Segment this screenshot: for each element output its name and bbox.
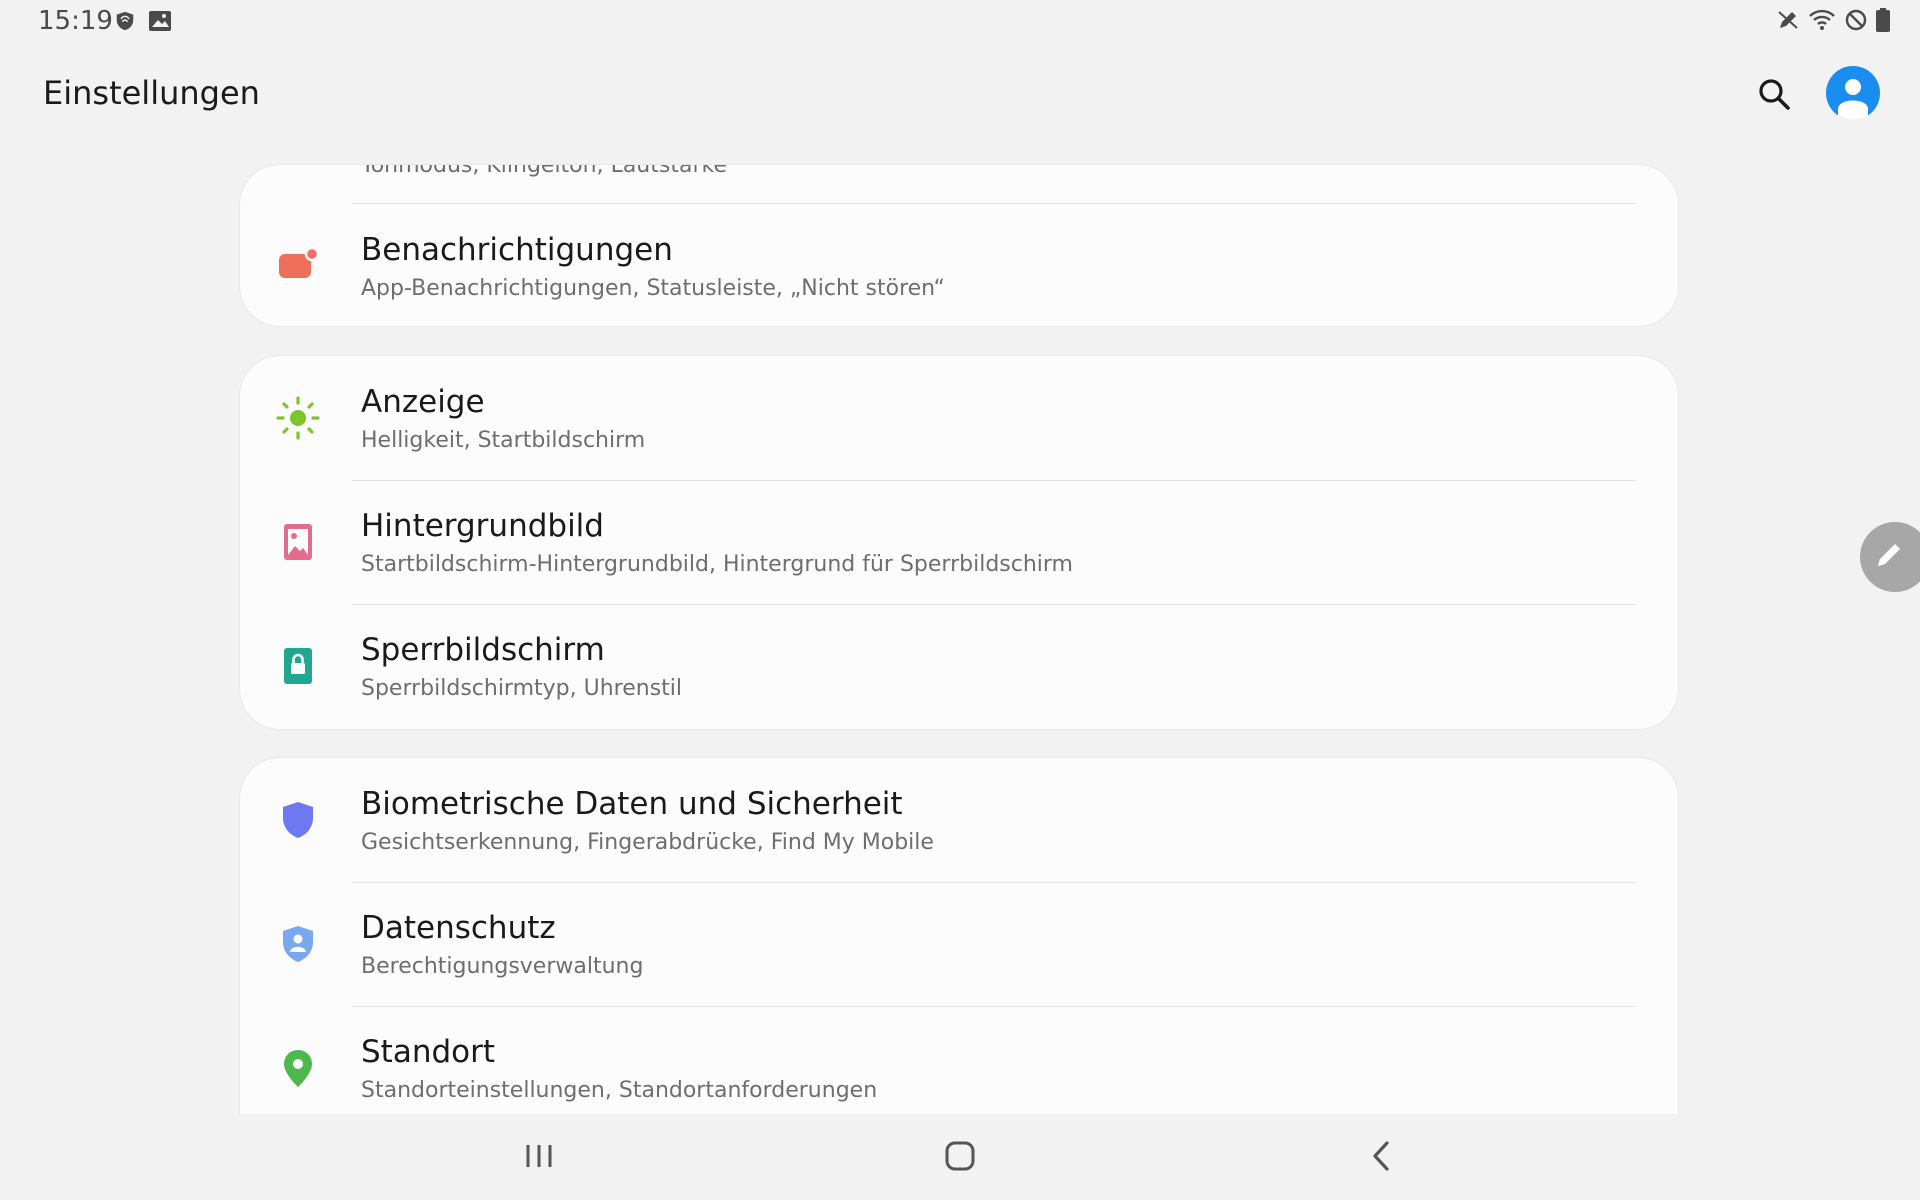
home-icon xyxy=(944,1140,976,1176)
recents-button[interactable] xyxy=(504,1128,574,1188)
search-icon xyxy=(1757,77,1791,115)
item-title: Biometrische Daten und Sicherheit xyxy=(361,786,903,822)
settings-item-privacy[interactable]: Datenschutz Berechtigungsverwaltung xyxy=(240,882,1678,1006)
status-time: 15:19 xyxy=(38,6,113,36)
security-shield-icon xyxy=(276,798,320,842)
do-not-disturb-icon xyxy=(1844,8,1868,32)
status-bar: 15:19 xyxy=(0,0,1920,44)
settings-item-biometrics-security[interactable]: Biometrische Daten und Sicherheit Gesich… xyxy=(240,758,1678,882)
item-title: Standort xyxy=(361,1034,496,1070)
item-title: Benachrichtigungen xyxy=(361,232,673,268)
account-avatar-icon xyxy=(1826,79,1880,120)
navigation-bar xyxy=(0,1114,1920,1200)
settings-card-sound-notifications: Tonmodus, Klingelton, Lautstärke Benachr… xyxy=(240,165,1678,326)
location-icon xyxy=(276,1046,320,1090)
app-header: Einstellungen xyxy=(0,60,1920,130)
item-title: Sperrbildschirm xyxy=(361,632,605,668)
item-subtitle: Standorteinstellungen, Standortanforderu… xyxy=(361,1078,878,1103)
item-subtitle: Gesichtserkennung, Fingerabdrücke, Find … xyxy=(361,830,934,855)
item-title: Hintergrundbild xyxy=(361,508,604,544)
item-title: Datenschutz xyxy=(361,910,556,946)
back-icon xyxy=(1369,1139,1393,1177)
sound-item-subtitle-partial: Tonmodus, Klingelton, Lautstärke xyxy=(361,165,727,178)
shield-notification-icon xyxy=(114,10,136,32)
item-subtitle: App-Benachrichtigungen, Statusleiste, „N… xyxy=(361,276,945,301)
settings-item-location[interactable]: Standort Standorteinstellungen, Standort… xyxy=(240,1006,1678,1114)
wifi-icon xyxy=(1808,8,1836,32)
recents-icon xyxy=(523,1141,555,1175)
pen-off-icon xyxy=(1776,8,1800,32)
settings-item-lock-screen[interactable]: Sperrbildschirm Sperrbildschirmtyp, Uhre… xyxy=(240,604,1678,728)
notifications-icon xyxy=(276,244,320,288)
settings-item-wallpaper[interactable]: Hintergrundbild Startbildschirm-Hintergr… xyxy=(240,480,1678,604)
lock-screen-icon xyxy=(276,644,320,688)
settings-list[interactable]: Tonmodus, Klingelton, Lautstärke Benachr… xyxy=(0,160,1920,1114)
item-subtitle: Helligkeit, Startbildschirm xyxy=(361,428,646,453)
item-subtitle: Startbildschirm-Hintergrundbild, Hinterg… xyxy=(361,552,1073,577)
home-button[interactable] xyxy=(925,1128,995,1188)
settings-item-display[interactable]: Anzeige Helligkeit, Startbildschirm xyxy=(240,356,1678,480)
pencil-icon xyxy=(1872,538,1906,576)
item-subtitle: Sperrbildschirmtyp, Uhrenstil xyxy=(361,676,683,701)
privacy-icon xyxy=(276,922,320,966)
item-subtitle: Berechtigungsverwaltung xyxy=(361,954,644,979)
battery-icon xyxy=(1876,8,1890,32)
brightness-icon xyxy=(276,396,320,440)
image-notification-icon xyxy=(148,10,172,32)
account-button[interactable] xyxy=(1826,66,1880,120)
wallpaper-icon xyxy=(276,520,320,564)
search-button[interactable] xyxy=(1752,74,1796,118)
back-button[interactable] xyxy=(1346,1128,1416,1188)
settings-card-display: Anzeige Helligkeit, Startbildschirm Hint… xyxy=(240,356,1678,729)
settings-screen: 15:19 Einstellungen Tonmodus, Klingelton… xyxy=(0,0,1920,1200)
item-title: Anzeige xyxy=(361,384,485,420)
settings-item-notifications[interactable]: Benachrichtigungen App-Benachrichtigunge… xyxy=(240,204,1678,326)
page-title: Einstellungen xyxy=(43,74,260,112)
settings-card-security: Biometrische Daten und Sicherheit Gesich… xyxy=(240,758,1678,1114)
